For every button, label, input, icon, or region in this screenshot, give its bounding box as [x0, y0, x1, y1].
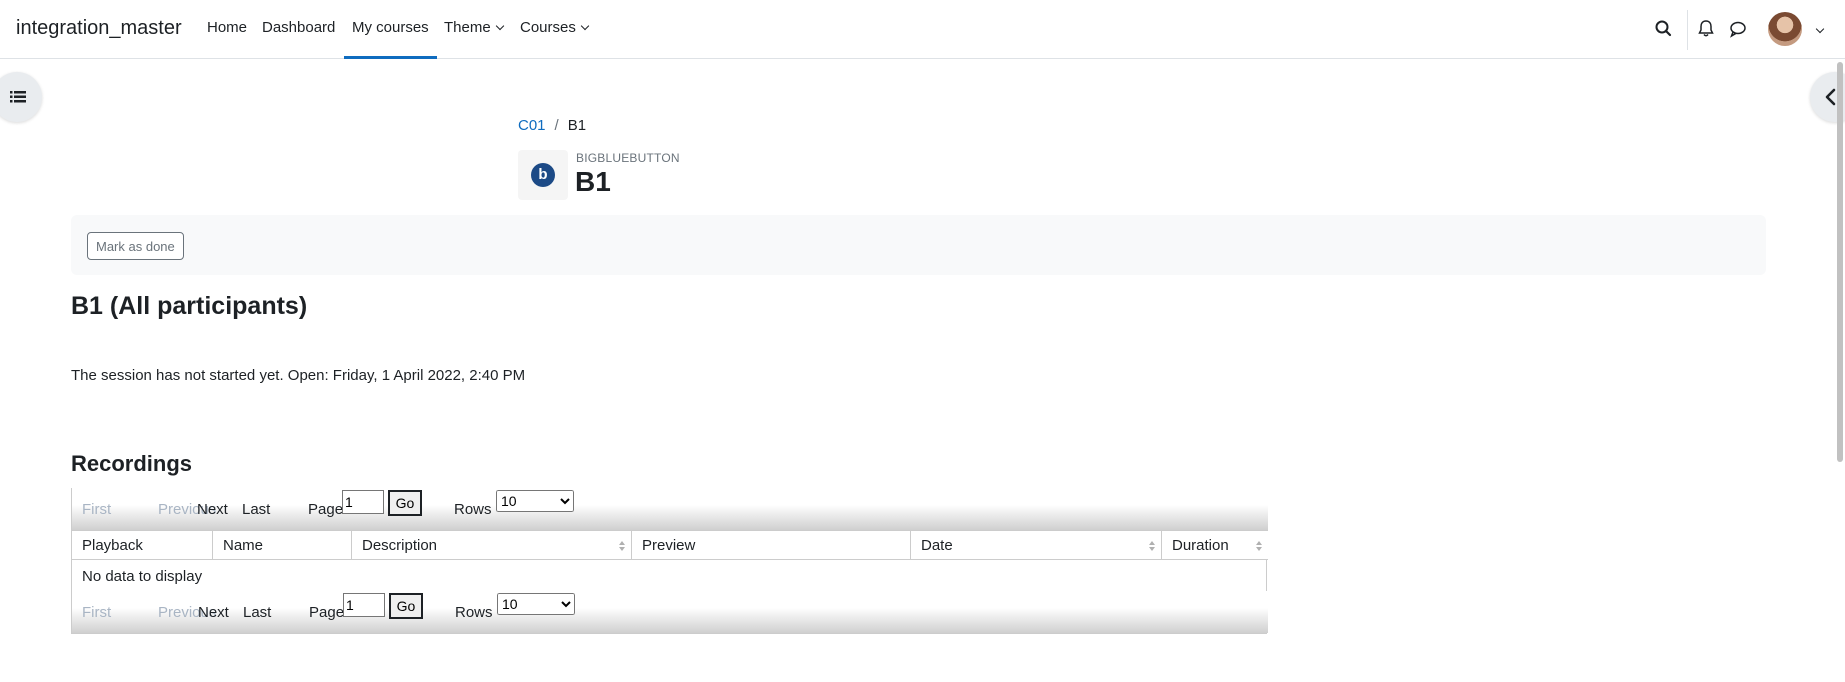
pager-page-input[interactable]	[342, 490, 384, 514]
nav-courses-menu[interactable]: Courses	[520, 19, 590, 59]
column-duration[interactable]: Duration	[1162, 531, 1268, 560]
column-label: Preview	[642, 537, 696, 554]
breadcrumb-course-link[interactable]: C01	[518, 117, 546, 134]
page-scrollbar[interactable]	[1837, 62, 1843, 462]
bigbluebutton-activity-icon: b	[518, 150, 568, 200]
recordings-table-header: Playback Name Description Preview Date D…	[72, 530, 1268, 560]
pager-next-link[interactable]: Next	[198, 604, 229, 621]
nav-dashboard[interactable]: Dashboard	[262, 19, 335, 59]
search-icon[interactable]	[1653, 18, 1675, 40]
empty-table-message: No data to display	[82, 568, 203, 585]
session-status-text: The session has not started yet. Open: F…	[71, 367, 526, 384]
site-name[interactable]: integration_master	[16, 17, 182, 40]
pager-next-link[interactable]: Next	[197, 501, 228, 518]
top-navbar: integration_master Home Dashboard My cou…	[0, 0, 1845, 59]
nav-home[interactable]: Home	[207, 19, 247, 59]
column-label: Name	[223, 537, 264, 554]
chevron-down-icon	[580, 21, 590, 31]
nav-courses-label: Courses	[520, 19, 576, 36]
recordings-pager-bottom: First Previous Next Last Page Go Rows 10	[72, 591, 1268, 633]
navbar-divider	[1687, 10, 1688, 50]
page-title: B1	[575, 166, 611, 197]
pager-first-link: First	[82, 501, 112, 518]
column-label: Duration	[1172, 537, 1229, 554]
pager-last-link[interactable]: Last	[242, 501, 270, 518]
course-index-toggle[interactable]	[0, 72, 42, 122]
pager-go-button[interactable]: Go	[389, 593, 423, 619]
recordings-table: First Previous Next Last Page Go Rows 10…	[71, 488, 1268, 634]
mark-as-done-button[interactable]: Mark as done	[87, 232, 184, 260]
sort-icon	[619, 541, 625, 551]
column-name[interactable]: Name	[213, 531, 352, 560]
pager-rows-label: Rows	[455, 604, 493, 621]
pager-page-label: Page	[309, 604, 345, 621]
pager-page-input[interactable]	[343, 593, 385, 617]
column-label: Description	[362, 537, 438, 554]
pager-rows-select[interactable]: 10	[497, 593, 575, 615]
column-description[interactable]: Description	[352, 531, 632, 560]
breadcrumb-separator: /	[554, 117, 559, 134]
nav-theme-label: Theme	[444, 19, 491, 36]
sort-icon	[1256, 541, 1262, 551]
column-preview[interactable]: Preview	[632, 531, 911, 560]
recordings-heading: Recordings	[71, 451, 193, 476]
room-heading: B1 (All participants)	[71, 292, 308, 320]
column-playback[interactable]: Playback	[72, 531, 213, 560]
pager-rows-select[interactable]: 10	[496, 490, 574, 512]
column-label: Date	[921, 537, 953, 554]
activity-type-label: BIGBLUEBUTTON	[576, 151, 680, 165]
chevron-down-icon[interactable]	[1815, 24, 1825, 34]
breadcrumb: C01 / B1	[518, 117, 586, 134]
list-icon	[10, 91, 26, 103]
activity-completion-bar: Mark as done	[71, 215, 1766, 275]
messages-icon[interactable]	[1727, 18, 1749, 40]
chevron-down-icon	[495, 21, 504, 31]
column-label: Playback	[82, 537, 143, 554]
column-date[interactable]: Date	[911, 531, 1162, 560]
sort-icon	[1149, 541, 1155, 551]
breadcrumb-current: B1	[567, 117, 587, 134]
user-avatar[interactable]	[1768, 12, 1802, 46]
nav-my-courses[interactable]: My courses	[344, 19, 437, 59]
pager-page-label: Page	[308, 501, 344, 518]
pager-first-link: First	[82, 604, 112, 621]
nav-theme-menu[interactable]: Theme	[444, 19, 504, 59]
recordings-pager-top: First Previous Next Last Page Go Rows 10	[72, 488, 1268, 530]
pager-rows-label: Rows	[454, 501, 492, 518]
pager-go-button[interactable]: Go	[388, 490, 422, 516]
bigbluebutton-logo-icon: b	[531, 163, 555, 187]
bell-icon[interactable]	[1695, 18, 1717, 40]
pager-last-link[interactable]: Last	[243, 604, 271, 621]
